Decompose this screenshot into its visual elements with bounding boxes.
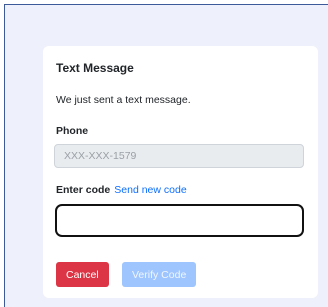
verification-card: Text Message We just sent a text message…	[43, 46, 318, 298]
card-description: We just sent a text message.	[56, 94, 191, 106]
phone-label: Phone	[56, 125, 89, 137]
code-label-row: Enter code Send new code	[56, 184, 187, 196]
page-background: Text Message We just sent a text message…	[4, 4, 328, 307]
send-new-code-link[interactable]: Send new code	[114, 184, 186, 196]
cancel-button[interactable]: Cancel	[56, 262, 109, 287]
verify-code-button[interactable]: Verify Code	[122, 262, 197, 287]
code-label: Enter code	[56, 184, 111, 196]
code-input[interactable]	[55, 204, 304, 237]
card-title: Text Message	[56, 61, 134, 75]
phone-field	[54, 144, 304, 168]
